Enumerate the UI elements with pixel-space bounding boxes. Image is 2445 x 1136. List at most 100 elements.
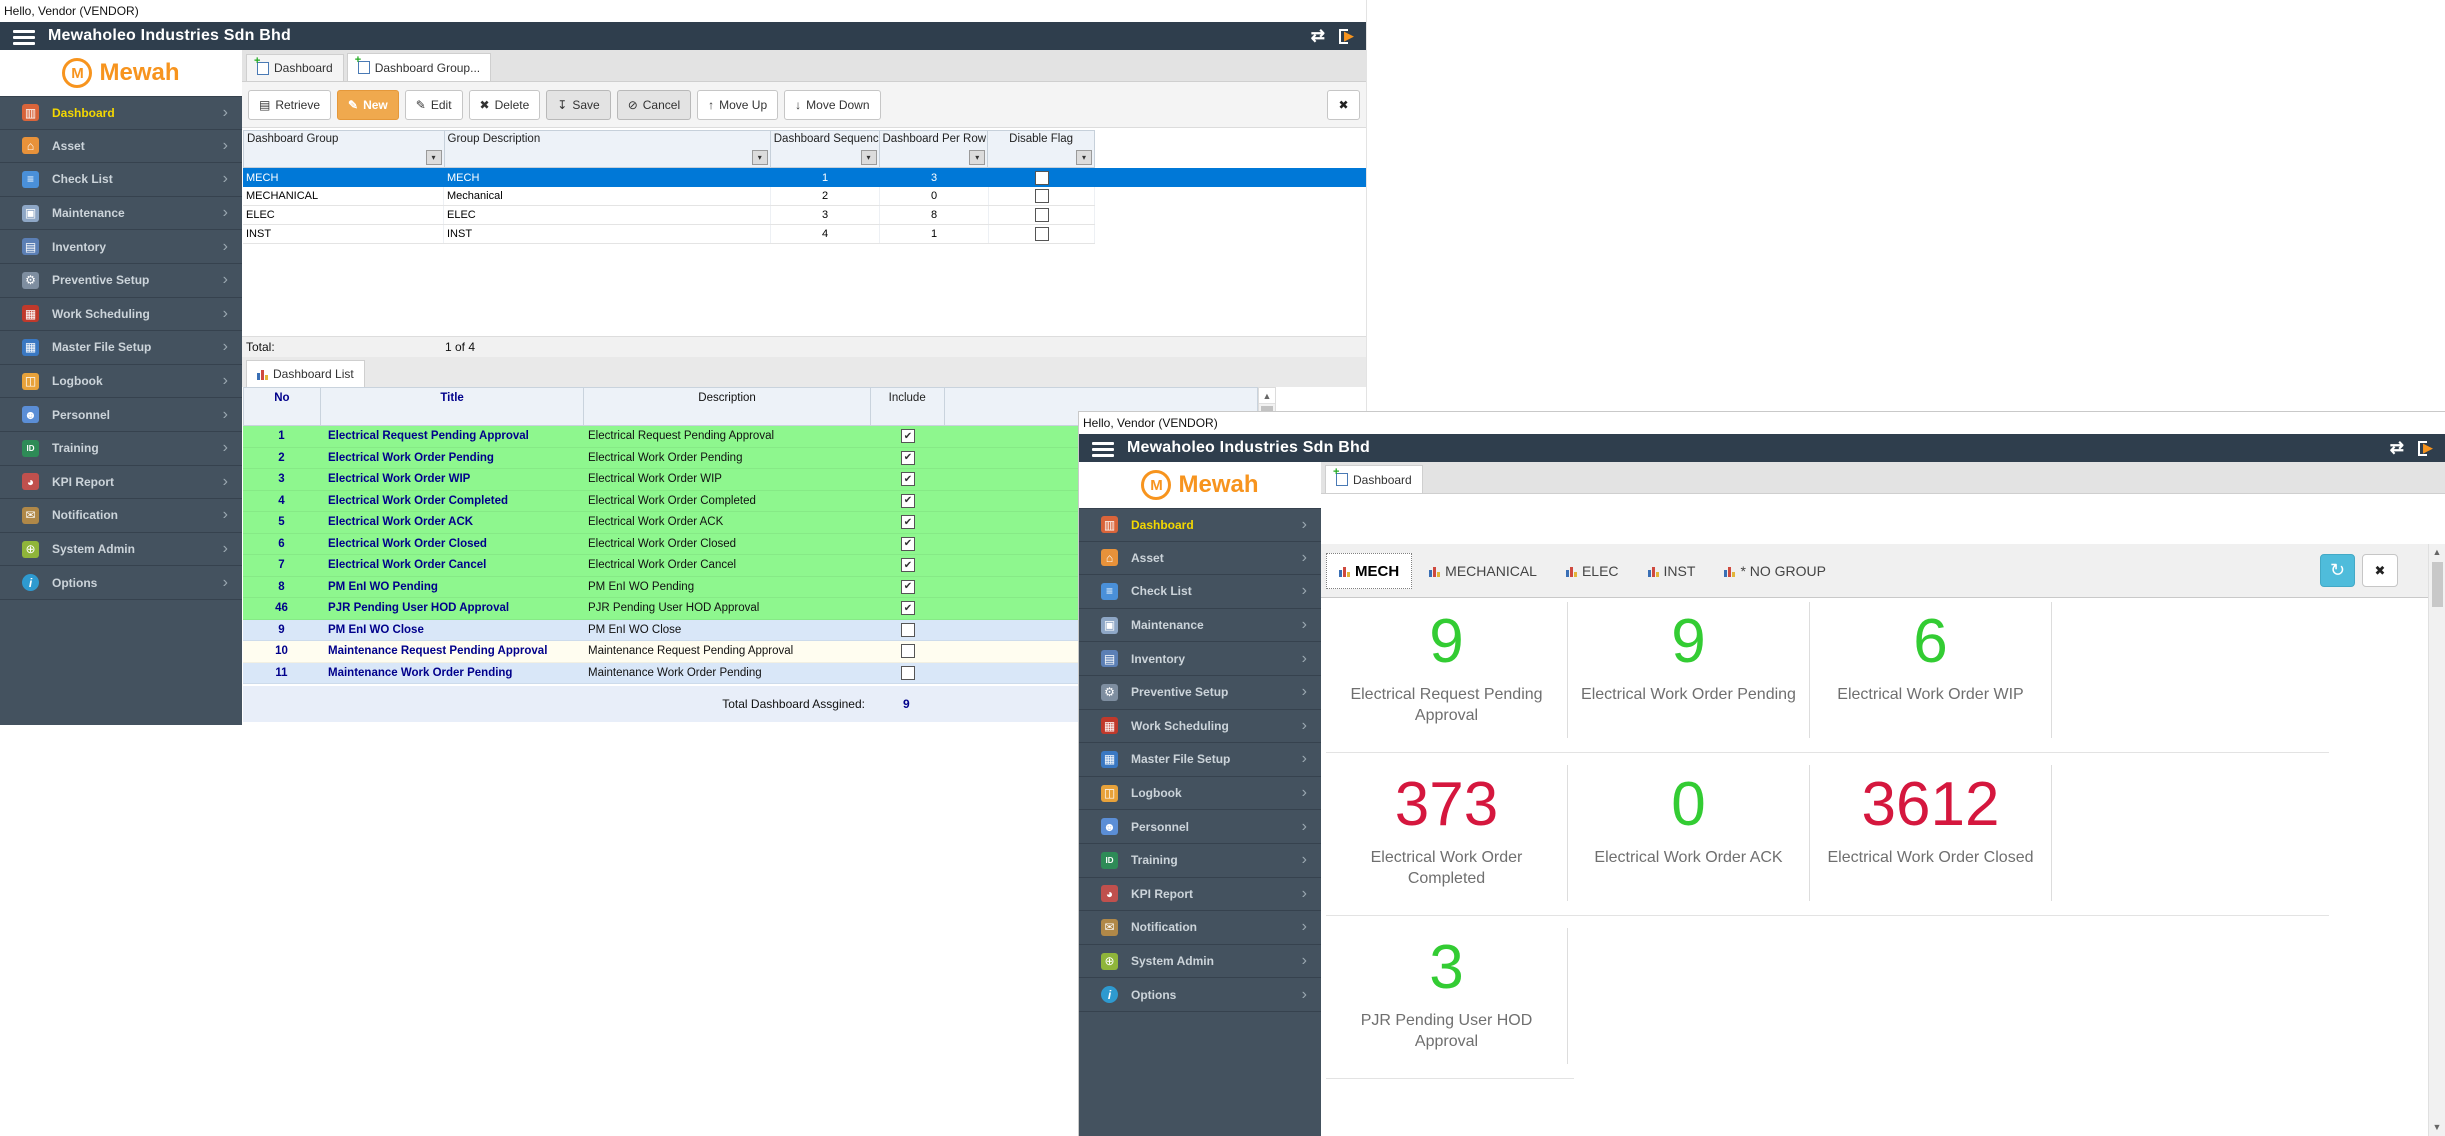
checkbox-unchecked[interactable] bbox=[901, 623, 915, 637]
sidebar-item-maintenance[interactable]: ▣Maintenance› bbox=[1079, 609, 1321, 643]
group-row-elec[interactable]: ELECELEC38 bbox=[243, 206, 1095, 225]
dashboard-card-electrical-request-pending-approval[interactable]: 9Electrical Request Pending Approval bbox=[1326, 602, 1568, 738]
group-row-mechanical[interactable]: MECHANICALMechanical20 bbox=[243, 187, 1095, 206]
filter-dropdown-icon[interactable]: ▾ bbox=[752, 150, 768, 165]
dashboard-card-electrical-work-order-closed[interactable]: 3612Electrical Work Order Closed bbox=[1810, 765, 2052, 901]
checkbox-checked[interactable]: ✔ bbox=[901, 558, 915, 572]
checkbox-checked[interactable]: ✔ bbox=[901, 472, 915, 486]
checkbox-checked[interactable]: ✔ bbox=[901, 601, 915, 615]
group-tab-no-group[interactable]: * NO GROUP bbox=[1712, 553, 1838, 589]
column-header-no[interactable]: No bbox=[244, 388, 321, 425]
sidebar-item-notification[interactable]: ✉Notification› bbox=[1079, 911, 1321, 945]
checkbox-checked[interactable]: ✔ bbox=[901, 494, 915, 508]
sidebar-item-dashboard[interactable]: ▥Dashboard› bbox=[0, 96, 242, 130]
close-screen-button[interactable]: ✖ bbox=[1327, 90, 1360, 120]
group-row-inst[interactable]: INSTINST41 bbox=[243, 225, 1095, 244]
move-up-button[interactable]: ↑Move Up bbox=[697, 90, 778, 120]
sidebar-item-work-scheduling[interactable]: ▦Work Scheduling› bbox=[0, 298, 242, 332]
sidebar-item-dashboard[interactable]: ▥Dashboard› bbox=[1079, 508, 1321, 542]
sidebar-item-personnel[interactable]: ☻Personnel› bbox=[1079, 810, 1321, 844]
checkbox-unchecked[interactable] bbox=[1035, 189, 1049, 203]
sidebar-item-system-admin[interactable]: ⊕System Admin› bbox=[1079, 945, 1321, 979]
sidebar-item-logbook[interactable]: ◫Logbook› bbox=[0, 365, 242, 399]
column-header-include[interactable]: Include bbox=[871, 388, 945, 425]
checkbox-checked[interactable]: ✔ bbox=[901, 451, 915, 465]
filter-dropdown-icon[interactable]: ▾ bbox=[1076, 150, 1092, 165]
sidebar-item-logbook[interactable]: ◫Logbook› bbox=[1079, 777, 1321, 811]
sidebar-item-training[interactable]: IDTraining› bbox=[0, 432, 242, 466]
scrollbar-up-icon[interactable]: ▲ bbox=[2429, 547, 2445, 557]
tab-dashboard[interactable]: Dashboard bbox=[1325, 465, 1423, 493]
checkbox-unchecked[interactable] bbox=[1035, 208, 1049, 222]
edit-button[interactable]: ✎Edit bbox=[405, 90, 463, 120]
refresh-button[interactable]: ↻ bbox=[2320, 554, 2355, 587]
sidebar-item-system-admin[interactable]: ⊕System Admin› bbox=[0, 533, 242, 567]
new-button[interactable]: ✎New bbox=[337, 90, 399, 120]
group-tab-inst[interactable]: INST bbox=[1636, 553, 1708, 589]
logout-icon[interactable]: ▶ bbox=[2418, 440, 2433, 456]
sidebar-item-work-scheduling[interactable]: ▦Work Scheduling› bbox=[1079, 710, 1321, 744]
sidebar-item-kpi-report[interactable]: ◕KPI Report› bbox=[1079, 878, 1321, 912]
column-header-dashboard-per-row[interactable]: Dashboard Per Row bbox=[880, 131, 989, 149]
sidebar-item-check-list[interactable]: ≡Check List› bbox=[1079, 575, 1321, 609]
sidebar-item-master-file-setup[interactable]: ▦Master File Setup› bbox=[1079, 743, 1321, 777]
column-header-description[interactable]: Description bbox=[584, 388, 870, 425]
checkbox-unchecked[interactable] bbox=[1035, 171, 1049, 185]
filter-dropdown-icon[interactable]: ▾ bbox=[426, 150, 442, 165]
tab-dashboard-group[interactable]: Dashboard Group... bbox=[347, 53, 491, 81]
sidebar-item-check-list[interactable]: ≡Check List› bbox=[0, 163, 242, 197]
sidebar-item-master-file-setup[interactable]: ▦Master File Setup› bbox=[0, 331, 242, 365]
checkbox-unchecked[interactable] bbox=[901, 666, 915, 680]
sidebar-item-maintenance[interactable]: ▣Maintenance› bbox=[0, 197, 242, 231]
dashboard-card-electrical-work-order-pending[interactable]: 9Electrical Work Order Pending bbox=[1568, 602, 1810, 738]
sidebar-item-training[interactable]: IDTraining› bbox=[1079, 844, 1321, 878]
sidebar-item-preventive-setup[interactable]: ⚙Preventive Setup› bbox=[0, 264, 242, 298]
group-tab-elec[interactable]: ELEC bbox=[1554, 553, 1631, 589]
checkbox-checked[interactable]: ✔ bbox=[901, 515, 915, 529]
sidebar-item-asset[interactable]: ⌂Asset› bbox=[1079, 542, 1321, 576]
column-header-title[interactable]: Title bbox=[321, 388, 584, 425]
filter-dropdown-icon[interactable]: ▾ bbox=[969, 150, 985, 165]
move-down-button[interactable]: ↓Move Down bbox=[784, 90, 880, 120]
column-header-group-description[interactable]: Group Description bbox=[445, 131, 771, 149]
column-header-disable-flag[interactable]: Disable Flag bbox=[988, 131, 1094, 149]
scrollbar-thumb[interactable] bbox=[2432, 562, 2443, 607]
delete-button[interactable]: ✖Delete bbox=[469, 90, 541, 120]
filter-dropdown-icon[interactable]: ▾ bbox=[861, 150, 877, 165]
dashboard-card-pjr-pending-user-hod-approval[interactable]: 3PJR Pending User HOD Approval bbox=[1326, 928, 1568, 1064]
column-header-dashboard-group[interactable]: Dashboard Group bbox=[244, 131, 445, 149]
sidebar-item-personnel[interactable]: ☻Personnel› bbox=[0, 398, 242, 432]
checkbox-checked[interactable]: ✔ bbox=[901, 537, 915, 551]
cancel-button[interactable]: ⊘Cancel bbox=[617, 90, 691, 120]
sidebar-item-kpi-report[interactable]: ◕KPI Report› bbox=[0, 466, 242, 500]
sidebar-item-options[interactable]: iOptions› bbox=[1079, 978, 1321, 1012]
retrieve-button[interactable]: ▤Retrieve bbox=[248, 90, 331, 120]
sync-icon[interactable]: ⇄ bbox=[2390, 438, 2404, 458]
hamburger-menu-icon[interactable] bbox=[13, 27, 35, 48]
sidebar-item-inventory[interactable]: ▤Inventory› bbox=[0, 230, 242, 264]
tab-dashboard-list[interactable]: Dashboard List bbox=[246, 360, 365, 387]
logout-icon[interactable]: ▶ bbox=[1339, 28, 1354, 44]
dashboard-card-electrical-work-order-completed[interactable]: 373Electrical Work Order Completed bbox=[1326, 765, 1568, 901]
scrollbar-up-icon[interactable]: ▲ bbox=[1259, 388, 1275, 404]
group-row-mech[interactable]: MECHMECH13 bbox=[243, 168, 1366, 187]
sidebar-item-options[interactable]: iOptions› bbox=[0, 566, 242, 600]
dashboard-card-electrical-work-order-ack[interactable]: 0Electrical Work Order ACK bbox=[1568, 765, 1810, 901]
group-tab-mechanical[interactable]: MECHANICAL bbox=[1417, 553, 1549, 589]
checkbox-unchecked[interactable] bbox=[901, 644, 915, 658]
scrollbar-down-icon[interactable]: ▼ bbox=[2429, 1122, 2445, 1132]
dashboard-card-electrical-work-order-wip[interactable]: 6Electrical Work Order WIP bbox=[1810, 602, 2052, 738]
checkbox-unchecked[interactable] bbox=[1035, 227, 1049, 241]
tab-dashboard[interactable]: Dashboard bbox=[246, 54, 344, 81]
checkbox-checked[interactable]: ✔ bbox=[901, 580, 915, 594]
checkbox-checked[interactable]: ✔ bbox=[901, 429, 915, 443]
close-dashboard-button[interactable]: ✖ bbox=[2362, 554, 2398, 587]
save-button[interactable]: ↧Save bbox=[546, 90, 610, 120]
column-header-dashboard-sequence[interactable]: Dashboard Sequence bbox=[771, 131, 880, 149]
sidebar-item-preventive-setup[interactable]: ⚙Preventive Setup› bbox=[1079, 676, 1321, 710]
hamburger-menu-icon[interactable] bbox=[1092, 439, 1114, 460]
sync-icon[interactable]: ⇄ bbox=[1311, 26, 1325, 46]
sidebar-item-notification[interactable]: ✉Notification› bbox=[0, 499, 242, 533]
dashboard-scrollbar[interactable]: ▲ ▼ bbox=[2428, 544, 2445, 1136]
sidebar-item-asset[interactable]: ⌂Asset› bbox=[0, 130, 242, 164]
